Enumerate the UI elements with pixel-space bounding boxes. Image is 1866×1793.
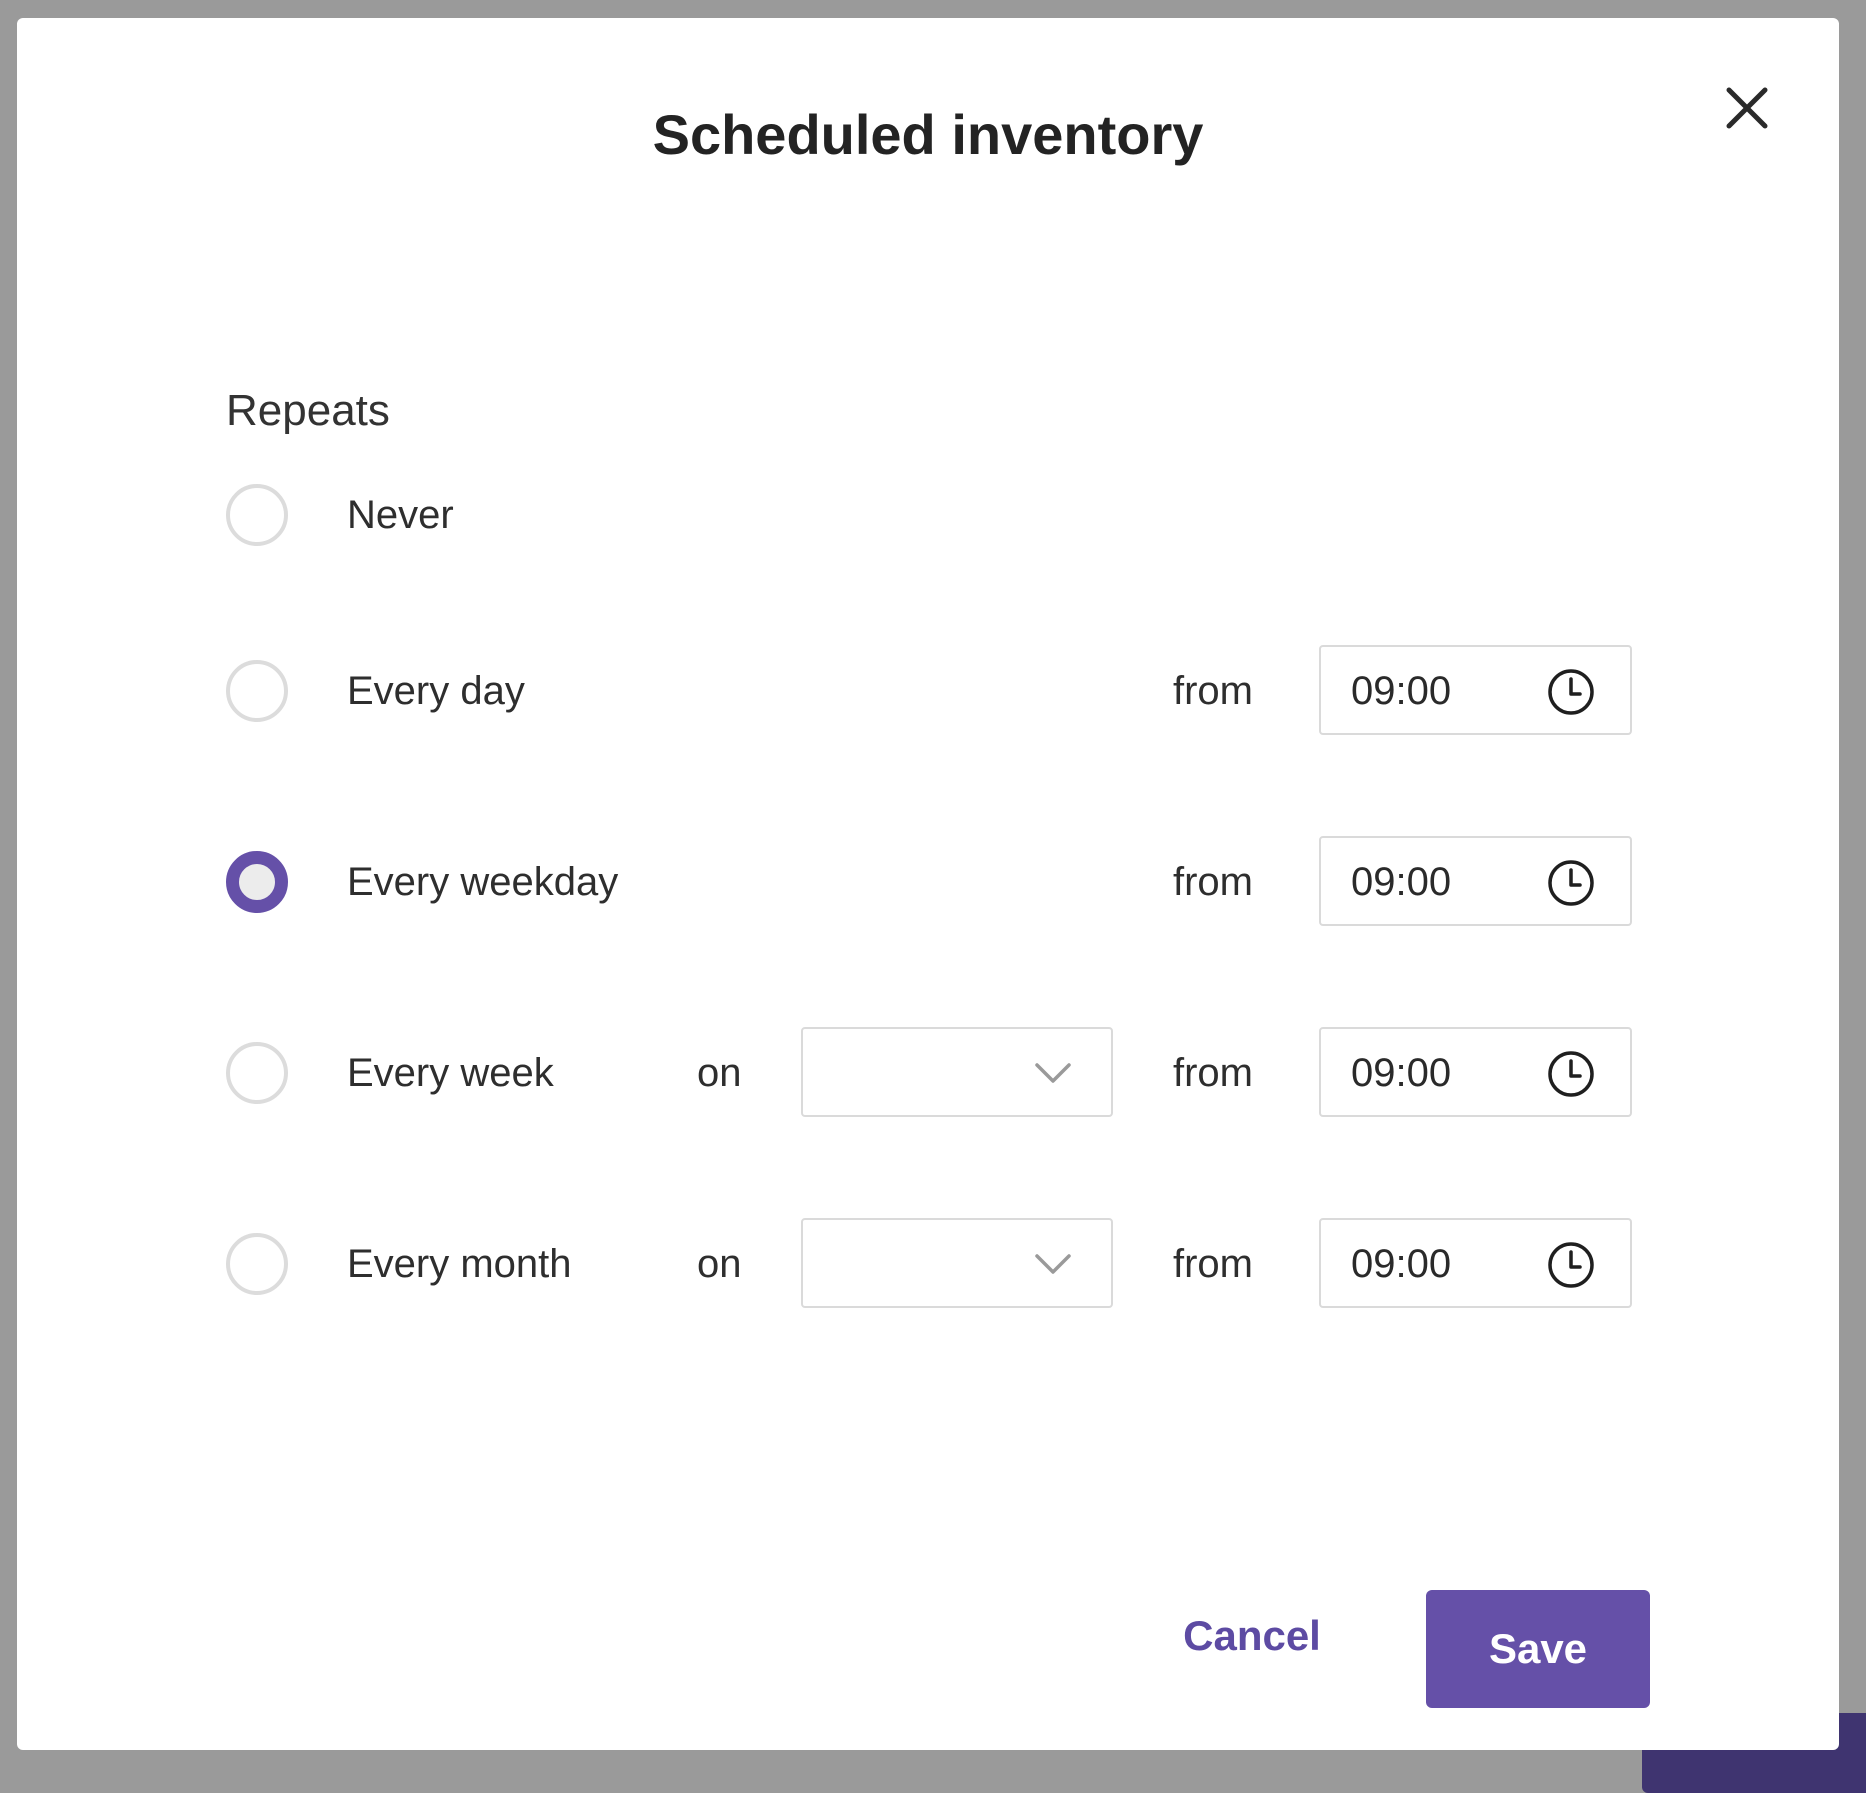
option-row-never: Never xyxy=(17,469,1839,561)
chevron-down-icon xyxy=(1035,1063,1071,1083)
radio-every-weekday[interactable] xyxy=(226,851,288,913)
from-label: from xyxy=(1173,1242,1253,1286)
radio-every-week[interactable] xyxy=(226,1042,288,1104)
time-field-every-week[interactable] xyxy=(1319,1027,1632,1117)
radio-never[interactable] xyxy=(226,484,288,546)
clock-icon[interactable] xyxy=(1546,1049,1596,1099)
time-input[interactable] xyxy=(1351,665,1521,717)
on-label: on xyxy=(697,1242,742,1286)
time-input[interactable] xyxy=(1351,1238,1521,1290)
option-row-every-weekday: Every weekday from xyxy=(17,836,1839,928)
close-button[interactable] xyxy=(1715,76,1779,140)
background-page-heading xyxy=(700,0,1220,18)
clock-icon[interactable] xyxy=(1546,1240,1596,1290)
time-field-every-month[interactable] xyxy=(1319,1218,1632,1308)
day-of-month-select[interactable] xyxy=(801,1218,1113,1308)
from-label: from xyxy=(1173,860,1253,904)
option-row-every-month: Every month on from xyxy=(17,1218,1839,1310)
radio-every-month[interactable] xyxy=(226,1233,288,1295)
clock-icon[interactable] xyxy=(1546,667,1596,717)
from-label: from xyxy=(1173,669,1253,713)
from-label: from xyxy=(1173,1051,1253,1095)
day-of-week-select[interactable] xyxy=(801,1027,1113,1117)
option-row-every-day: Every day from xyxy=(17,645,1839,737)
option-label: Every month xyxy=(347,1242,572,1286)
option-label: Every day xyxy=(347,669,525,713)
option-label: Never xyxy=(347,493,454,537)
dialog-title: Scheduled inventory xyxy=(652,103,1204,166)
time-input[interactable] xyxy=(1351,1047,1521,1099)
repeats-label: Repeats xyxy=(226,386,390,435)
radio-every-day[interactable] xyxy=(226,660,288,722)
option-row-every-week: Every week on from xyxy=(17,1027,1839,1119)
on-label: on xyxy=(697,1051,742,1095)
clock-icon[interactable] xyxy=(1546,858,1596,908)
time-field-every-day[interactable] xyxy=(1319,645,1632,735)
time-field-every-weekday[interactable] xyxy=(1319,836,1632,926)
option-label: Every week xyxy=(347,1051,554,1095)
cancel-button[interactable]: Cancel xyxy=(1167,1596,1337,1676)
chevron-down-icon xyxy=(1035,1254,1071,1274)
time-input[interactable] xyxy=(1351,856,1521,908)
background-cancel-button xyxy=(1405,1748,1535,1778)
scheduled-inventory-dialog: Scheduled inventory Repeats Never Every … xyxy=(17,18,1839,1750)
option-label: Every weekday xyxy=(347,860,619,904)
close-icon xyxy=(1726,87,1768,129)
save-button[interactable]: Save xyxy=(1426,1590,1650,1708)
